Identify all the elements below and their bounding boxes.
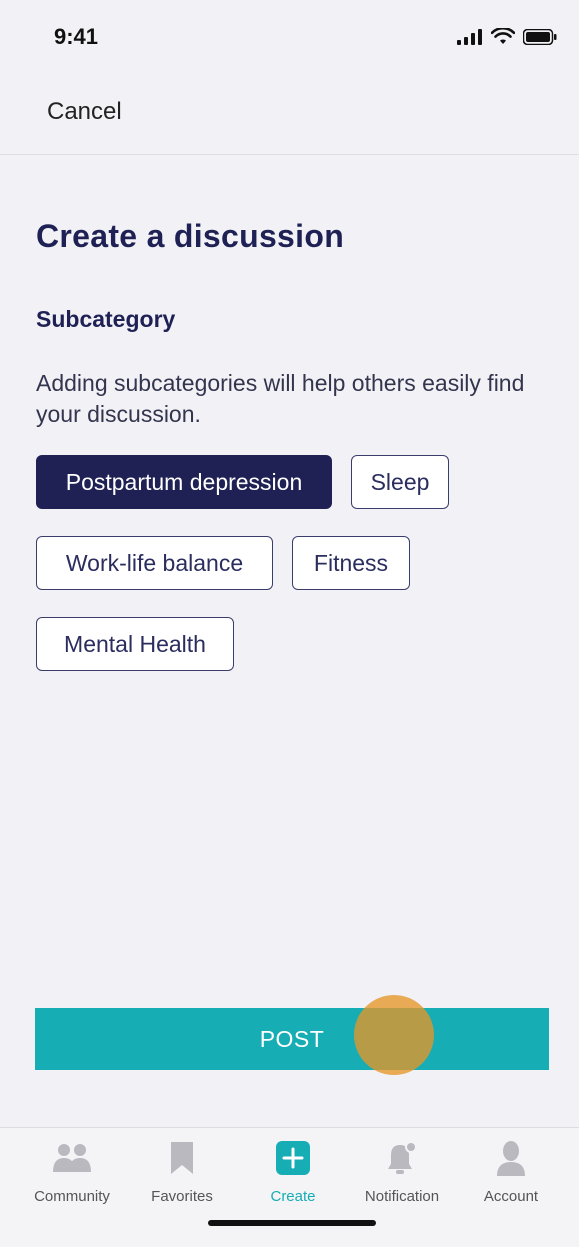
page-title: Create a discussion: [36, 218, 345, 254]
chip-fitness[interactable]: Fitness: [292, 536, 410, 590]
tab-label: Community: [34, 1188, 110, 1205]
plus-icon: [276, 1138, 310, 1178]
tab-label: Favorites: [151, 1188, 213, 1205]
status-time: 9:41: [54, 24, 99, 49]
touch-indicator: [354, 995, 434, 1075]
tab-label: Notification: [364, 1188, 440, 1205]
status-bar: 9:41: [0, 0, 579, 70]
community-icon: [50, 1138, 94, 1178]
chip-work-life-balance[interactable]: Work-life balance: [36, 536, 273, 590]
chip-postpartum-depression[interactable]: Postpartum depression: [36, 455, 332, 509]
chip-sleep[interactable]: Sleep: [351, 455, 449, 509]
subcategory-help-text: Adding subcategories will help others ea…: [36, 370, 525, 427]
tab-community[interactable]: Community: [17, 1138, 127, 1218]
nav-bar: Cancel: [0, 70, 579, 155]
bookmark-icon: [170, 1138, 194, 1178]
home-indicator: [208, 1220, 376, 1226]
tab-create[interactable]: Create: [238, 1138, 348, 1218]
tab-label: Account: [483, 1188, 539, 1205]
tab-favorites[interactable]: Favorites: [127, 1138, 237, 1218]
status-icons: [457, 28, 557, 46]
bell-icon: [385, 1138, 419, 1178]
tab-label: Create: [270, 1188, 316, 1205]
cellular-signal-icon: [457, 29, 482, 45]
wifi-icon: [491, 28, 515, 44]
tab-bar: Community Favorites Create Notification: [0, 1127, 579, 1247]
tab-account[interactable]: Account: [456, 1138, 566, 1218]
cancel-button[interactable]: Cancel: [47, 98, 122, 126]
chip-mental-health[interactable]: Mental Health: [36, 617, 234, 671]
subcategory-heading: Subcategory: [36, 306, 176, 332]
person-icon: [494, 1138, 528, 1178]
tab-notification[interactable]: Notification: [347, 1138, 457, 1218]
post-button[interactable]: POST: [35, 1008, 549, 1070]
battery-icon: [523, 29, 557, 45]
